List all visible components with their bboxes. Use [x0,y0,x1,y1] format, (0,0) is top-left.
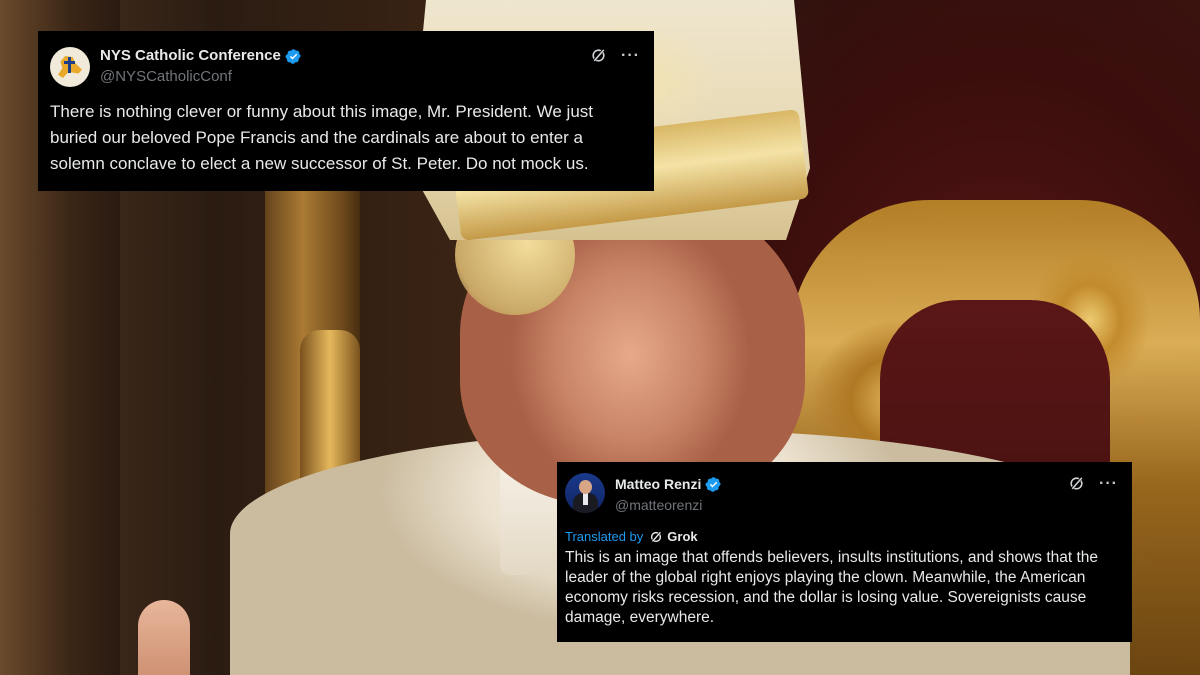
translator-name: Grok [667,529,698,544]
grok-icon [651,530,662,542]
tweet-text: There is nothing clever or funny about t… [50,102,594,173]
tweet-header: NYS Catholic Conference @NYSCatholicConf… [50,45,640,89]
grok-icon[interactable] [590,47,607,64]
more-options-icon[interactable]: ··· [621,47,640,64]
author-display-name[interactable]: NYS Catholic Conference [100,46,281,66]
more-options-icon[interactable]: ··· [1099,475,1118,492]
tweet-card-nys-catholic[interactable]: NYS Catholic Conference @NYSCatholicConf… [38,31,654,191]
cross-icon [64,57,75,73]
tweet-text: This is an image that offends believers,… [565,549,1099,626]
author-handle[interactable]: @matteorenzi [615,495,722,515]
translated-by-label[interactable]: Translated by [565,529,643,544]
author-info: Matteo Renzi @matteorenzi [615,474,722,515]
tweet-card-matteo-renzi[interactable]: Matteo Renzi @matteorenzi ··· Translated… [557,462,1132,642]
avatar-head [579,480,592,494]
tweet-actions: ··· [590,47,640,64]
author-display-name[interactable]: Matteo Renzi [615,474,701,494]
translation-notice[interactable]: Translated by Grok [565,529,1118,544]
tweet-header: Matteo Renzi @matteorenzi ··· [565,473,1118,517]
author-handle[interactable]: @NYSCatholicConf [100,67,302,87]
grok-icon[interactable] [1068,475,1085,492]
author-info: NYS Catholic Conference @NYSCatholicConf [100,46,302,87]
verified-badge-icon [705,476,722,492]
avatar[interactable] [565,473,605,513]
tweet-actions: ··· [1068,475,1118,492]
verified-badge-icon [285,48,301,64]
avatar-shirt [583,493,588,505]
raised-finger [138,600,190,675]
avatar[interactable] [50,47,90,87]
